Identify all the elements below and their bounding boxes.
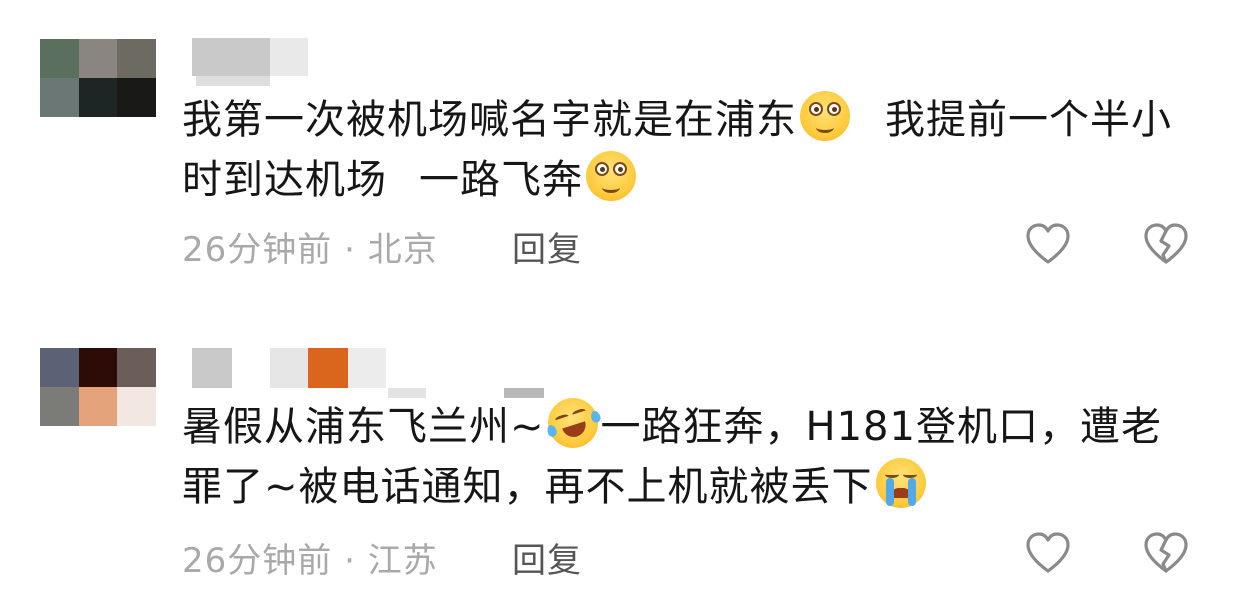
avatar-pixel bbox=[117, 348, 156, 387]
avatar-pixel bbox=[78, 39, 118, 78]
avatar-pixel bbox=[40, 39, 79, 78]
comment-text-part: 暑假从浦东飞兰州~ bbox=[182, 404, 545, 450]
username-pixel bbox=[348, 348, 386, 388]
avatar-pixel bbox=[40, 348, 79, 387]
avatar-pixel bbox=[117, 39, 156, 78]
comment-time: 26分钟前 bbox=[182, 230, 333, 270]
avatar[interactable] bbox=[40, 348, 156, 426]
username-pixel bbox=[196, 76, 270, 86]
avatar-pixel bbox=[78, 348, 118, 387]
like-button[interactable] bbox=[1025, 222, 1071, 268]
dislike-button[interactable] bbox=[1143, 222, 1189, 268]
loudly-crying-emoji-icon bbox=[875, 458, 926, 508]
username-pixel bbox=[270, 348, 308, 388]
heart-outline-icon bbox=[1026, 532, 1070, 573]
username-pixel bbox=[308, 348, 348, 388]
meta-separator: · bbox=[344, 541, 356, 581]
broken-heart-icon bbox=[1144, 532, 1188, 573]
avatar-pixel bbox=[117, 387, 156, 426]
username-pixel bbox=[192, 38, 270, 76]
avatar-pixel bbox=[40, 387, 79, 426]
reply-button[interactable]: 回复 bbox=[512, 533, 582, 582]
laughing-crying-emoji-icon bbox=[541, 391, 605, 455]
heart-outline-icon bbox=[1026, 223, 1070, 264]
comment-text: 暑假从浦东飞兰州~ 一路狂奔，H181登机口，遭老罪了~被电话通知，再不上机就被丢… bbox=[182, 391, 1202, 517]
reply-button[interactable]: 回复 bbox=[512, 222, 582, 271]
avatar-pixel bbox=[78, 387, 118, 426]
comment-meta: 26分钟前 · 北京 bbox=[182, 222, 438, 271]
username-pixel bbox=[192, 348, 232, 388]
dizzy-smile-emoji-icon bbox=[800, 91, 850, 141]
avatar-pixel bbox=[117, 78, 156, 117]
broken-heart-icon bbox=[1144, 223, 1188, 264]
like-button[interactable] bbox=[1025, 531, 1071, 577]
comment-location: 江苏 bbox=[367, 541, 438, 581]
username-pixel bbox=[270, 38, 308, 76]
avatar-pixel bbox=[40, 78, 79, 117]
avatar[interactable] bbox=[40, 39, 156, 117]
comment-text-part: 我第一次被机场喊名字就是在浦东 bbox=[182, 97, 797, 143]
comment-time: 26分钟前 bbox=[182, 541, 333, 581]
comment-location: 北京 bbox=[367, 230, 438, 270]
avatar-pixel bbox=[78, 78, 118, 117]
comment-text: 我第一次被机场喊名字就是在浦东 我提前一个半小时到达机场 一路飞奔 bbox=[182, 90, 1202, 210]
comment-meta: 26分钟前 · 江苏 bbox=[182, 533, 438, 582]
meta-separator: · bbox=[344, 230, 356, 270]
dizzy-smile-emoji-icon bbox=[586, 151, 636, 201]
dislike-button[interactable] bbox=[1143, 531, 1189, 577]
comment-text-part: 一路飞奔 bbox=[419, 157, 583, 203]
